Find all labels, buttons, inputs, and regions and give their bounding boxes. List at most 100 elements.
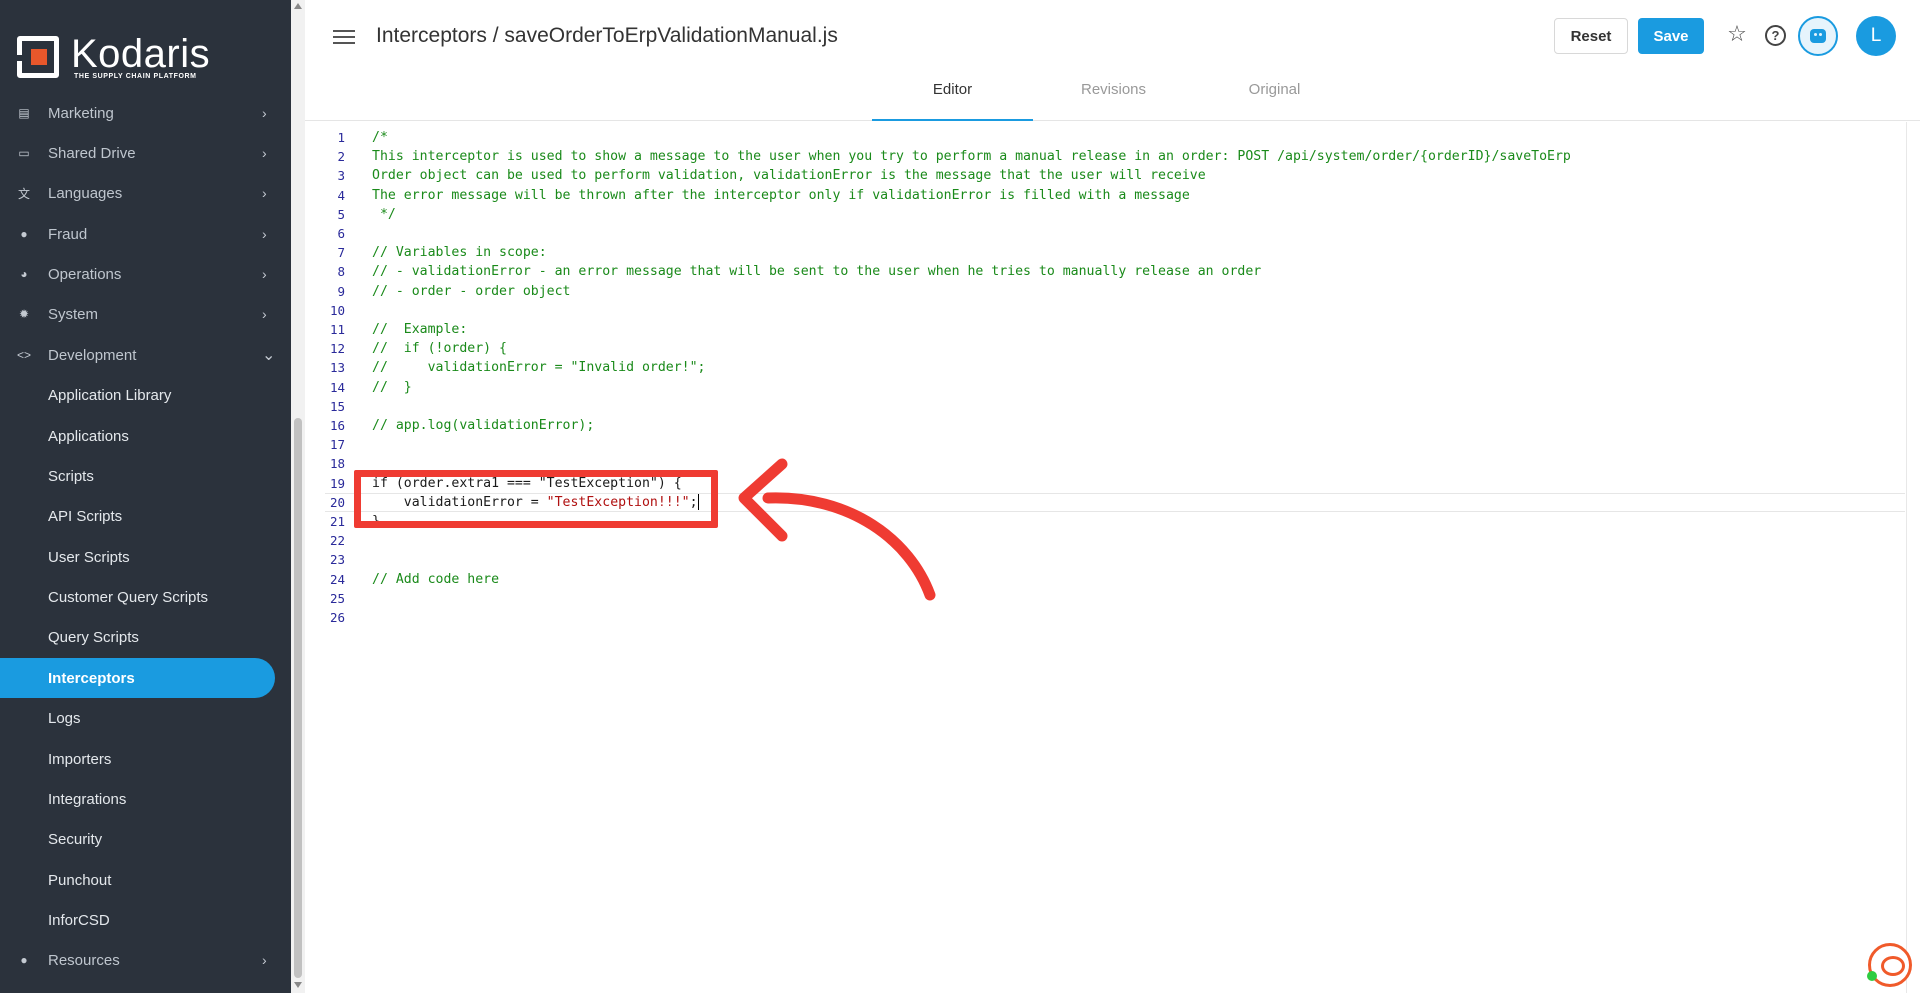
code-line[interactable]: 11 // Example: xyxy=(305,320,1905,339)
sidebar-subitem-api-scripts[interactable]: API Scripts xyxy=(0,496,291,536)
code-line[interactable]: 26 xyxy=(305,608,1905,627)
line-number: 23 xyxy=(329,552,345,568)
hamburger-menu-icon[interactable] xyxy=(333,26,355,48)
line-number: 8 xyxy=(337,264,345,280)
sidebar-item-label: Operations xyxy=(48,265,122,283)
online-status-dot xyxy=(1867,971,1877,981)
sidebar-subitem-user-scripts[interactable]: User Scripts xyxy=(0,537,291,577)
code-line[interactable]: 5 */ xyxy=(305,205,1905,224)
scroll-down-arrow-icon[interactable] xyxy=(294,982,302,988)
sidebar-item-languages[interactable]: 文 Languages › xyxy=(0,173,291,213)
gear-icon: ✹ xyxy=(18,307,30,322)
id-card-icon: ▤ xyxy=(18,106,30,121)
code-line[interactable]: 12 // if (!order) { xyxy=(305,339,1905,358)
sidebar-item-resources[interactable]: ● Resources › xyxy=(0,940,291,980)
chevron-right-icon: › xyxy=(262,306,267,323)
line-number: 11 xyxy=(329,322,345,337)
code-line[interactable]: 16 // app.log(validationError); xyxy=(305,416,1905,435)
code-line[interactable]: 15 xyxy=(305,397,1905,416)
avatar[interactable]: L xyxy=(1856,16,1896,56)
code-text: The error message will be thrown after t… xyxy=(372,187,1190,203)
highlight-annotation-box xyxy=(354,470,718,528)
tab-editor[interactable]: Editor xyxy=(872,78,1033,121)
chevron-right-icon: › xyxy=(262,266,267,283)
code-line[interactable]: 13 // validationError = "Invalid order!"; xyxy=(305,358,1905,377)
tab-original[interactable]: Original xyxy=(1194,78,1355,121)
tab-revisions[interactable]: Revisions xyxy=(1033,78,1194,121)
sidebar: Kodaris THE SUPPLY CHAIN PLATFORM ▤ Mark… xyxy=(0,0,291,993)
sidebar-item-label: Applications xyxy=(48,427,129,445)
code-line[interactable]: 4 The error message will be thrown after … xyxy=(305,186,1905,205)
sidebar-subitem-security[interactable]: Security xyxy=(0,819,291,859)
chevron-right-icon: › xyxy=(262,952,267,969)
line-number: 12 xyxy=(329,341,345,357)
sidebar-item-label: InforCSD xyxy=(48,911,110,929)
page-header: Interceptors / saveOrderToErpValidationM… xyxy=(305,0,1920,121)
robot-assistant-icon[interactable] xyxy=(1798,16,1838,56)
sidebar-subitem-punchout[interactable]: Punchout xyxy=(0,860,291,900)
code-line[interactable]: 2 This interceptor is used to show a mess… xyxy=(305,147,1905,166)
reset-button[interactable]: Reset xyxy=(1554,18,1628,54)
line-number: 1 xyxy=(337,130,345,145)
star-icon[interactable]: ☆ xyxy=(1725,22,1749,46)
code-text: // Example: xyxy=(372,322,468,337)
line-number: 17 xyxy=(329,437,345,453)
chat-support-icon[interactable] xyxy=(1867,943,1912,987)
code-line[interactable]: 22 xyxy=(305,531,1905,550)
sidebar-item-label: Security xyxy=(48,830,103,848)
sidebar-subitem-customer-query-scripts[interactable]: Customer Query Scripts xyxy=(0,577,291,617)
brand-tagline: THE SUPPLY CHAIN PLATFORM xyxy=(74,73,197,80)
line-number: 9 xyxy=(337,283,345,299)
sidebar-item-system[interactable]: ✹ System › xyxy=(0,294,291,334)
sidebar-subitem-application-library[interactable]: Application Library xyxy=(0,375,291,415)
sidebar-scrollbar[interactable] xyxy=(291,0,305,993)
scroll-up-arrow-icon[interactable] xyxy=(294,3,302,9)
line-number: 21 xyxy=(329,514,345,529)
code-line[interactable]: 7 // Variables in scope: xyxy=(305,243,1905,262)
sidebar-item-operations[interactable]: ◕ Operations › xyxy=(0,254,291,294)
code-editor[interactable]: 1 /* 2 This interceptor is used to show a m… xyxy=(305,122,1920,993)
scrollbar-thumb[interactable] xyxy=(294,418,302,978)
code-text: This interceptor is used to show a messa… xyxy=(372,149,1571,165)
code-line[interactable]: 3 Order object can be used to perform val… xyxy=(305,166,1905,185)
sidebar-item-label: User Scripts xyxy=(48,548,130,566)
chevron-right-icon: › xyxy=(262,145,267,162)
code-text: */ xyxy=(372,206,396,222)
page-title: Interceptors / saveOrderToErpValidationM… xyxy=(376,24,838,47)
sidebar-subitem-scripts[interactable]: Scripts xyxy=(0,456,291,496)
chevron-right-icon: › xyxy=(262,226,267,243)
sidebar-item-shared-drive[interactable]: ▭ Shared Drive › xyxy=(0,133,291,173)
sidebar-subitem-importers[interactable]: Importers xyxy=(0,739,291,779)
code-line[interactable]: 6 xyxy=(305,224,1905,243)
sidebar-item-label: API Scripts xyxy=(48,507,123,525)
sidebar-item-label: Languages xyxy=(48,184,123,202)
kodaris-logo[interactable]: Kodaris THE SUPPLY CHAIN PLATFORM xyxy=(15,32,217,82)
code-line[interactable]: 17 xyxy=(305,435,1905,454)
chevron-down-icon: ⌄ xyxy=(262,347,276,365)
sidebar-subitem-integrations[interactable]: Integrations xyxy=(0,779,291,819)
code-line[interactable]: 25 xyxy=(305,589,1905,608)
sidebar-subitem-interceptors[interactable]: Interceptors xyxy=(0,658,275,699)
code-text: // Add code here xyxy=(372,571,500,587)
sidebar-item-development[interactable]: <> Development ⌄ xyxy=(0,335,291,375)
code-line[interactable]: 23 xyxy=(305,550,1905,569)
editor-scrollbar[interactable] xyxy=(1906,122,1920,993)
line-number: 6 xyxy=(337,226,345,241)
code-line[interactable]: 10 xyxy=(305,301,1905,320)
code-line[interactable]: 1 /* xyxy=(305,128,1905,147)
code-icon: <> xyxy=(16,348,31,363)
sidebar-subitem-applications[interactable]: Applications xyxy=(0,416,291,456)
code-line[interactable]: 9 // - order - order object xyxy=(305,282,1905,301)
save-button[interactable]: Save xyxy=(1638,18,1704,54)
help-icon[interactable]: ? xyxy=(1765,25,1786,46)
code-line[interactable]: 8 // - validationError - an error message… xyxy=(305,262,1905,281)
code-line[interactable]: 14 // } xyxy=(305,378,1905,397)
sidebar-item-marketing[interactable]: ▤ Marketing › xyxy=(0,93,291,133)
code-line[interactable]: 24 // Add code here xyxy=(305,570,1905,589)
line-number: 13 xyxy=(329,360,345,376)
sidebar-subitem-inforcsd[interactable]: InforCSD xyxy=(0,900,291,940)
sidebar-item-fraud[interactable]: ● Fraud › xyxy=(0,214,291,254)
sidebar-subitem-logs[interactable]: Logs xyxy=(0,698,291,738)
sidebar-subitem-query-scripts[interactable]: Query Scripts xyxy=(0,617,291,657)
app-root: Kodaris THE SUPPLY CHAIN PLATFORM ▤ Mark… xyxy=(0,0,1920,993)
